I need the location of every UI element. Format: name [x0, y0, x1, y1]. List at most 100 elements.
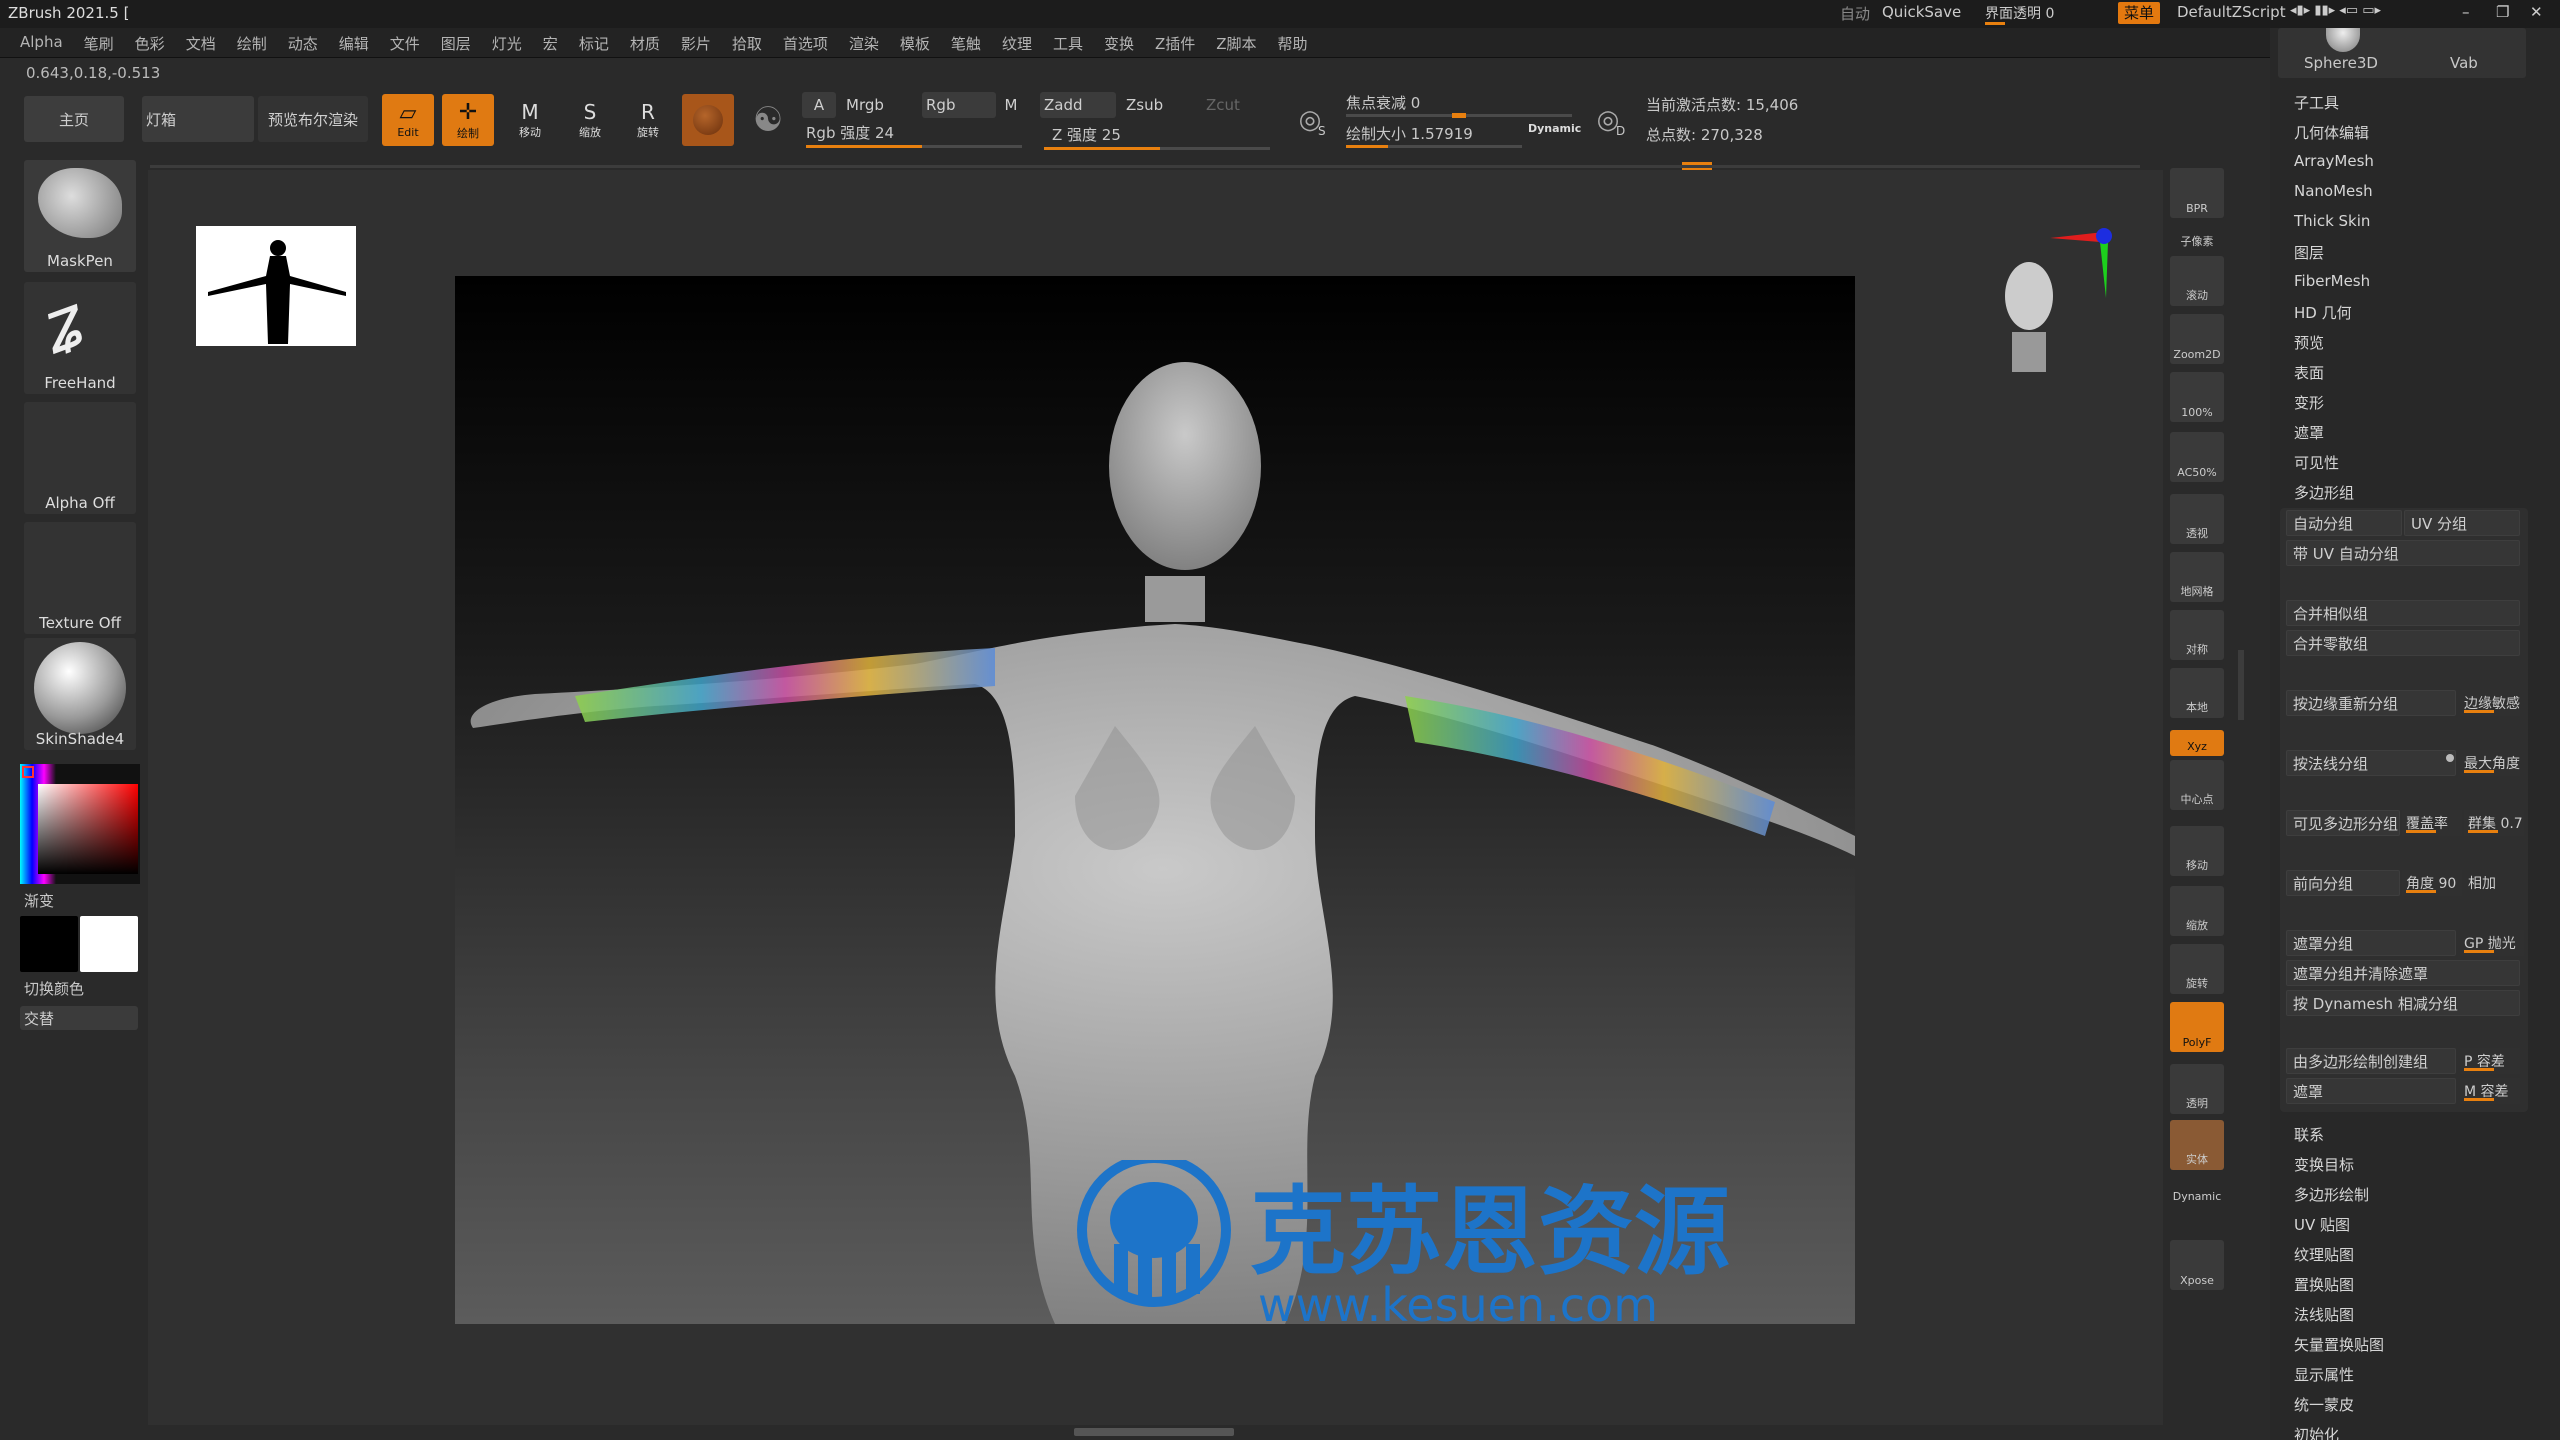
subpalette-item[interactable]: 纹理贴图 — [2294, 1244, 2354, 1265]
home-button[interactable]: 主页 — [24, 96, 124, 142]
shelf-button[interactable]: 100% — [2170, 372, 2224, 422]
subpalette-item[interactable]: 预览 — [2294, 332, 2324, 353]
menu-item[interactable]: 标记 — [579, 33, 609, 54]
subpalette-item[interactable]: 多边形组 — [2294, 482, 2354, 503]
alpha-button[interactable]: Alpha Off — [24, 402, 136, 514]
menu-item[interactable]: 影片 — [681, 33, 711, 54]
switch-color-label[interactable]: 切换颜色 — [24, 978, 84, 999]
cluster-slider[interactable]: 群集 0.7 — [2464, 810, 2524, 836]
subpalette-item[interactable]: 变换目标 — [2294, 1154, 2354, 1175]
edit-button[interactable]: ▱ Edit — [382, 94, 434, 146]
subpalette-item[interactable]: 法线贴图 — [2294, 1304, 2354, 1325]
subpalette-item[interactable]: 遮罩 — [2294, 422, 2324, 443]
material-swatch-button[interactable] — [682, 94, 734, 146]
dynamesh-group-button[interactable]: 按 Dynamesh 相减分组 — [2286, 990, 2520, 1016]
color-swatch-button[interactable]: ☯ — [742, 94, 794, 146]
menu-item[interactable]: 宏 — [543, 33, 558, 54]
menu-item[interactable]: 模板 — [900, 33, 930, 54]
shelf-button[interactable]: 本地 — [2170, 668, 2224, 718]
shelf-button[interactable]: 中心点 — [2170, 760, 2224, 810]
lightbox-button[interactable]: 灯箱 — [142, 96, 254, 142]
max-angle-slider[interactable]: 最大角度 — [2460, 750, 2520, 776]
shelf-button[interactable]: 透明 — [2170, 1064, 2224, 1114]
group-by-normals-button[interactable]: 按法线分组 — [2286, 750, 2456, 776]
default-zscript-button[interactable]: DefaultZScript — [2177, 3, 2286, 21]
subpalette-item[interactable]: 变形 — [2294, 392, 2324, 413]
subpalette-item[interactable]: 可见性 — [2294, 452, 2339, 473]
quicksave-button[interactable]: QuickSave — [1882, 3, 1961, 21]
menu-item[interactable]: 灯光 — [492, 33, 522, 54]
shelf-scroll-handle[interactable] — [2238, 650, 2244, 720]
menu-item[interactable]: Z脚本 — [1216, 33, 1256, 54]
add-toggle[interactable]: 相加 — [2464, 870, 2520, 896]
subpalette-item[interactable]: HD 几何 — [2294, 302, 2352, 323]
menu-item[interactable]: 渲染 — [849, 33, 879, 54]
menu-item[interactable]: 变换 — [1104, 33, 1134, 54]
material-button[interactable]: SkinShade4 — [24, 638, 136, 750]
m-tolerance-slider[interactable]: M 容差 — [2460, 1078, 2520, 1104]
group-masked-clear-button[interactable]: 遮罩分组并清除遮罩 — [2286, 960, 2520, 986]
subpalette-item[interactable]: UV 贴图 — [2294, 1214, 2350, 1235]
color-picker[interactable] — [20, 764, 140, 884]
gp-polish-slider[interactable]: GP 抛光 — [2460, 930, 2524, 956]
subpalette-item[interactable]: 子工具 — [2294, 92, 2339, 113]
sphere3d-label[interactable]: Sphere3D — [2304, 54, 2378, 72]
shelf-button[interactable]: Dynamic — [2170, 1180, 2224, 1206]
subpalette-item[interactable]: NanoMesh — [2294, 182, 2373, 200]
subpalette-item[interactable]: 图层 — [2294, 242, 2324, 263]
dynamic-toggle[interactable]: Dynamic — [1528, 122, 1581, 135]
shelf-button[interactable]: AC50% — [2170, 432, 2224, 482]
axis-gizmo[interactable] — [2040, 220, 2120, 300]
bpr-preview-button[interactable]: 预览布尔渲染 — [258, 96, 368, 142]
subpalette-item[interactable]: 置换贴图 — [2294, 1274, 2354, 1295]
menu-item[interactable]: Alpha — [20, 33, 63, 54]
group-from-polypaint-button[interactable]: 由多边形绘制创建组 — [2286, 1048, 2456, 1074]
shelf-button[interactable]: BPR — [2170, 168, 2224, 218]
menu-item[interactable]: 文件 — [390, 33, 420, 54]
window-controls-icon[interactable]: ◂▮▸ ▮▮▸ ◂▭ ▭▸ — [2290, 3, 2381, 18]
m-toggle[interactable]: M — [998, 92, 1024, 118]
angle-slider[interactable]: 角度 90 — [2402, 870, 2462, 896]
subpalette-item[interactable]: 几何体编辑 — [2294, 122, 2369, 143]
stroke-button[interactable]: ʑ FreeHand — [24, 282, 136, 394]
shelf-button[interactable]: 移动 — [2170, 826, 2224, 876]
subpalette-item[interactable]: Thick Skin — [2294, 212, 2370, 230]
close-icon[interactable]: ✕ — [2530, 3, 2543, 21]
texture-button[interactable]: Texture Off — [24, 522, 136, 634]
group-visible-button[interactable]: 可见多边形分组 — [2286, 810, 2400, 836]
front-group-button[interactable]: 前向分组 — [2286, 870, 2400, 896]
shelf-button[interactable]: 滚动 — [2170, 256, 2224, 306]
shelf-button[interactable]: PolyF — [2170, 1002, 2224, 1052]
coverage-slider[interactable]: 覆盖率 — [2402, 810, 2462, 836]
subpalette-item[interactable]: ArrayMesh — [2294, 152, 2374, 170]
subpalette-item[interactable]: FiberMesh — [2294, 272, 2370, 290]
shelf-button[interactable]: 缩放 — [2170, 886, 2224, 936]
menu-item[interactable]: 笔触 — [951, 33, 981, 54]
menu-button[interactable]: 菜单 — [2118, 2, 2161, 24]
shelf-button[interactable]: 实体 — [2170, 1120, 2224, 1170]
scale-button[interactable]: S 缩放 — [564, 94, 616, 146]
shelf-button[interactable]: 对称 — [2170, 610, 2224, 660]
subpalette-item[interactable]: 矢量置换贴图 — [2294, 1334, 2384, 1355]
menu-item[interactable]: Z插件 — [1155, 33, 1195, 54]
merge-similar-groups-button[interactable]: 合并相似组 — [2286, 600, 2520, 626]
edge-sensitivity-slider[interactable]: 边缘敏感 — [2460, 690, 2520, 716]
menu-item[interactable]: 纹理 — [1002, 33, 1032, 54]
menu-item[interactable]: 拾取 — [732, 33, 762, 54]
menu-item[interactable]: 色彩 — [135, 33, 165, 54]
menu-item[interactable]: 帮助 — [1278, 33, 1308, 54]
vab-label[interactable]: Vab — [2450, 54, 2478, 72]
shelf-button[interactable]: 子像素 — [2170, 226, 2224, 252]
brush-button[interactable]: MaskPen — [24, 160, 136, 272]
zcut-toggle[interactable]: Zcut — [1200, 92, 1270, 118]
menu-item[interactable]: 首选项 — [783, 33, 828, 54]
shelf-button[interactable]: Zoom2D — [2170, 314, 2224, 364]
uv-group-button[interactable]: UV 分组 — [2404, 510, 2520, 536]
mrgb-toggle[interactable]: Mrgb — [840, 92, 920, 118]
menu-item[interactable]: 图层 — [441, 33, 471, 54]
subpalette-item[interactable]: 显示属性 — [2294, 1364, 2354, 1385]
menu-item[interactable]: 工具 — [1053, 33, 1083, 54]
menu-item[interactable]: 材质 — [630, 33, 660, 54]
auto-group-with-uv-button[interactable]: 带 UV 自动分组 — [2286, 540, 2520, 566]
menu-item[interactable]: 笔刷 — [84, 33, 114, 54]
